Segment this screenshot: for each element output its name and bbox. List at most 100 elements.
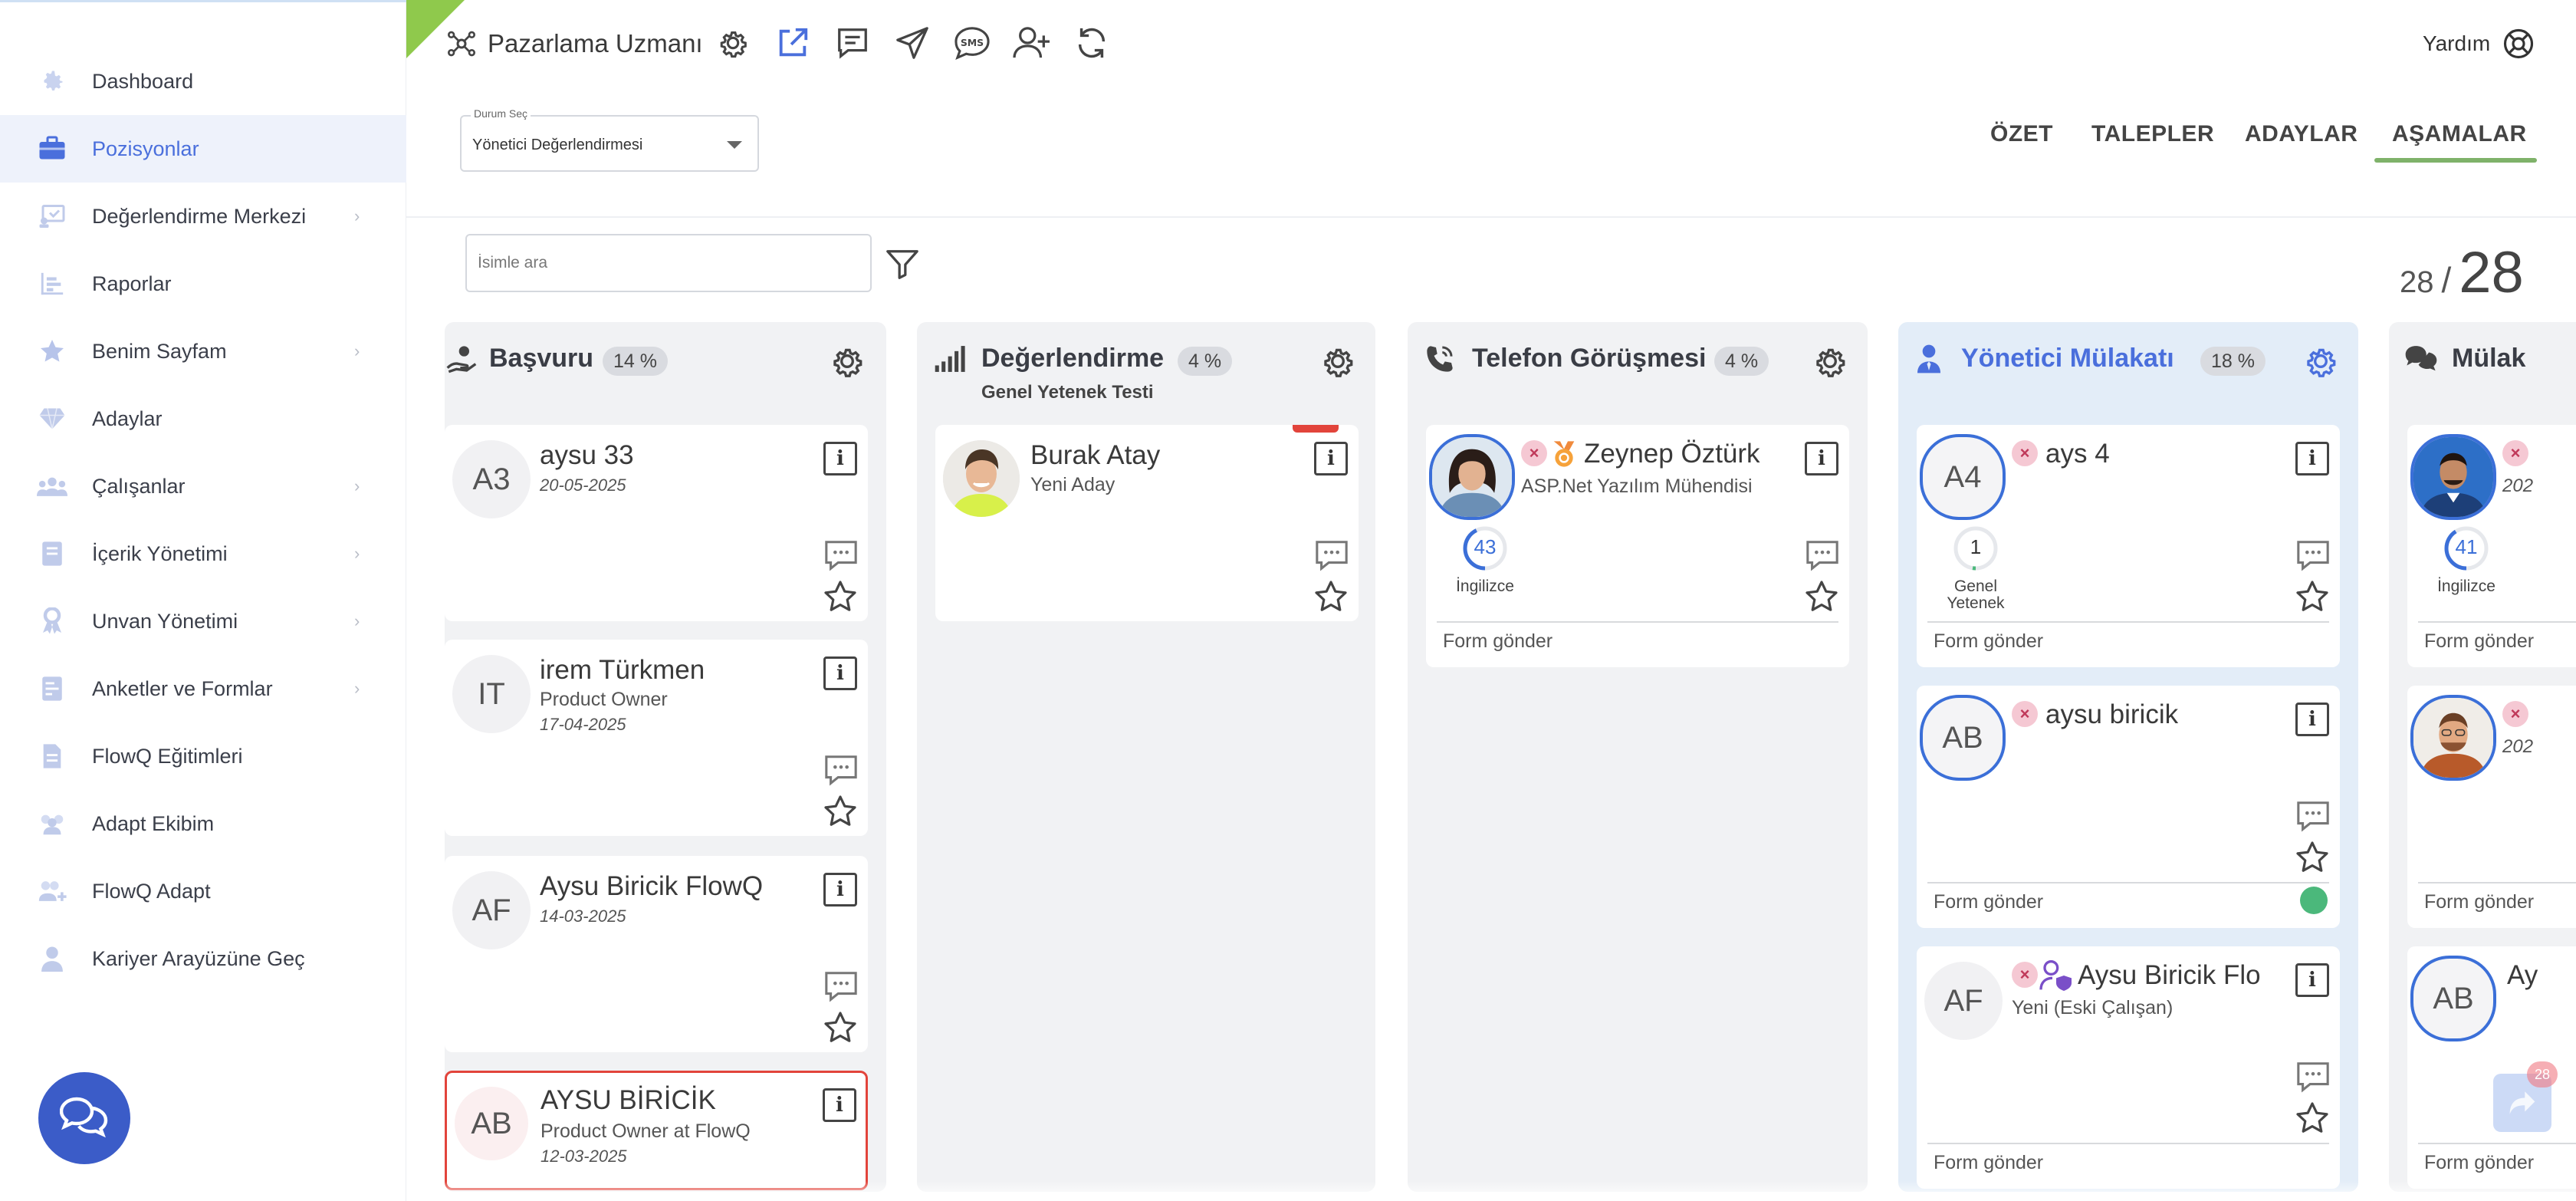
send-icon[interactable] — [891, 21, 934, 64]
candidate-card-highlighted[interactable]: AB AYSU BİRİCİK Product Owner at FlowQ 1… — [445, 1071, 868, 1190]
star-icon[interactable] — [822, 578, 859, 615]
remove-badge-icon[interactable]: × — [2012, 962, 2038, 988]
candidate-name: irem Türkmen — [540, 655, 705, 685]
candidate-card[interactable]: IT irem Türkmen Product Owner 17-04-2025… — [445, 640, 868, 836]
remove-badge-icon[interactable]: × — [2502, 701, 2528, 727]
header-actions: SMS — [711, 21, 1113, 64]
sms-icon[interactable]: SMS — [951, 21, 994, 64]
star-icon[interactable] — [1803, 578, 1840, 615]
refresh-icon[interactable] — [1070, 21, 1113, 64]
comment-icon[interactable] — [1314, 538, 1349, 572]
user-shield-icon — [2039, 960, 2073, 991]
candidate-status: Yeni (Eski Çalışan) — [2012, 997, 2174, 1018]
candidate-card[interactable]: AF × Aysu Biricik Flo Yeni (Eski Çalışan… — [1917, 946, 2340, 1189]
candidate-status: Yeni Aday — [1030, 474, 1116, 495]
status-dot — [2300, 887, 2328, 914]
skill-score: 43 — [1474, 535, 1497, 558]
comment-icon[interactable] — [1805, 538, 1840, 572]
column-header: Mülak — [2389, 336, 2576, 379]
star-icon[interactable] — [822, 793, 859, 830]
info-icon[interactable]: i — [823, 656, 857, 690]
candidate-card[interactable]: Burak Atay Yeni Aday i — [935, 425, 1359, 621]
info-icon[interactable]: i — [2295, 442, 2329, 475]
comment-icon[interactable] — [2295, 538, 2331, 572]
candidate-name: aysu biricik — [2045, 699, 2179, 729]
sidebar-item-label: Değerlendirme Merkezi — [92, 204, 307, 228]
send-form-link[interactable]: Form gönder — [1443, 630, 1552, 653]
comment-icon[interactable] — [2295, 799, 2331, 833]
column-percentage: 14 % — [603, 347, 668, 376]
avatar: A3 — [452, 440, 531, 518]
tab-asamalar[interactable]: AŞAMALAR — [2392, 121, 2527, 147]
send-form-link[interactable]: Form gönder — [2424, 891, 2534, 913]
candidate-card[interactable]: × 202 41 İngilizce Form gönder — [2407, 425, 2576, 667]
card-divider — [1437, 621, 1838, 623]
column-title: Başvuru — [489, 344, 594, 373]
help-link[interactable]: Yardım — [2423, 23, 2536, 64]
candidate-name: Burak Atay — [1030, 440, 1161, 470]
star-icon[interactable] — [2294, 1100, 2331, 1137]
card-divider — [1927, 621, 2329, 623]
candidate-card[interactable]: × Zeynep Öztürk ASP.Net Yazılım Mühendis… — [1426, 425, 1849, 667]
candidate-card[interactable]: AF Aysu Biricik FlowQ 14-03-2025 i — [445, 856, 868, 1052]
candidate-card[interactable]: × 202 Form gönder — [2407, 686, 2576, 928]
candidate-title: Product Owner — [540, 689, 668, 710]
avatar-photo — [1429, 434, 1515, 520]
star-icon[interactable] — [1313, 578, 1349, 615]
send-form-link[interactable]: Form gönder — [2424, 630, 2534, 653]
info-icon[interactable]: i — [823, 873, 857, 907]
settings-icon[interactable] — [711, 21, 754, 64]
comment-icon[interactable] — [823, 753, 859, 787]
sidebar-item-degerlendirme-merkezi[interactable]: Değerlendirme Merkezi › — [0, 183, 406, 250]
skill-score: 41 — [2455, 535, 2478, 558]
remove-badge-icon[interactable]: × — [1521, 440, 1547, 466]
add-user-icon[interactable] — [1010, 21, 1053, 64]
comment-icon[interactable] — [823, 538, 859, 572]
tab-talepler[interactable]: TALEPLER — [2091, 121, 2214, 147]
star-icon[interactable] — [2294, 839, 2331, 876]
candidate-card[interactable]: A3 aysu 33 20-05-2025 i — [445, 425, 868, 621]
info-icon[interactable]: i — [1314, 442, 1348, 475]
column-settings-icon[interactable] — [828, 342, 868, 382]
sidebar-item-raporlar[interactable]: Raporlar — [0, 250, 406, 318]
message-icon[interactable] — [831, 21, 874, 64]
info-icon[interactable]: i — [823, 442, 857, 475]
filter-icon[interactable] — [885, 247, 920, 282]
status-select[interactable]: Durum Seç Yönetici Değerlendirmesi — [460, 107, 759, 172]
search-input[interactable] — [467, 235, 870, 291]
remove-badge-icon[interactable]: × — [2012, 701, 2038, 727]
column-percentage: 4 % — [1178, 347, 1233, 376]
star-icon[interactable] — [822, 1009, 859, 1046]
send-form-link[interactable]: Form gönder — [1934, 1152, 2043, 1174]
info-icon[interactable]: i — [2295, 703, 2329, 736]
sidebar-top-line — [0, 0, 406, 2]
caret-down-icon — [727, 141, 742, 149]
candidate-name: aysu 33 — [540, 440, 634, 470]
column-header: Başvuru 14 % — [445, 336, 886, 379]
lifebuoy-icon — [2501, 26, 2536, 61]
column-settings-icon[interactable] — [1811, 342, 1851, 382]
column-settings-icon[interactable] — [2302, 342, 2341, 382]
info-icon[interactable]: i — [2295, 963, 2329, 997]
candidate-card[interactable]: A4 × ays 4 i 1 Genel Yetenek Form gönder — [1917, 425, 2340, 667]
tab-adaylar[interactable]: ADAYLAR — [2245, 121, 2358, 147]
info-icon[interactable]: i — [1805, 442, 1838, 475]
comment-icon[interactable] — [2295, 1060, 2331, 1094]
info-icon[interactable]: i — [823, 1088, 856, 1122]
candidate-card[interactable]: AB × aysu biricik i Form gönder — [1917, 686, 2340, 928]
star-icon[interactable] — [2294, 578, 2331, 615]
send-form-link[interactable]: Form gönder — [1934, 630, 2043, 653]
send-form-link[interactable]: Form gönder — [2424, 1152, 2534, 1174]
column-settings-icon[interactable] — [1319, 342, 1359, 382]
remove-badge-icon[interactable]: × — [2502, 440, 2528, 466]
remove-badge-icon[interactable]: × — [2012, 440, 2038, 466]
avatar: AB — [1920, 695, 2006, 781]
avatar: A4 — [1920, 434, 2006, 520]
sidebar-item-pozisyonlar[interactable]: Pozisyonlar — [0, 115, 406, 183]
sidebar-item-dashboard[interactable]: Dashboard — [0, 48, 406, 115]
external-link-icon[interactable] — [771, 21, 814, 64]
comment-icon[interactable] — [823, 969, 859, 1003]
count-shown: 28 — [2400, 265, 2434, 299]
send-form-link[interactable]: Form gönder — [1934, 891, 2043, 913]
tab-ozet[interactable]: ÖZET — [1990, 121, 2053, 147]
